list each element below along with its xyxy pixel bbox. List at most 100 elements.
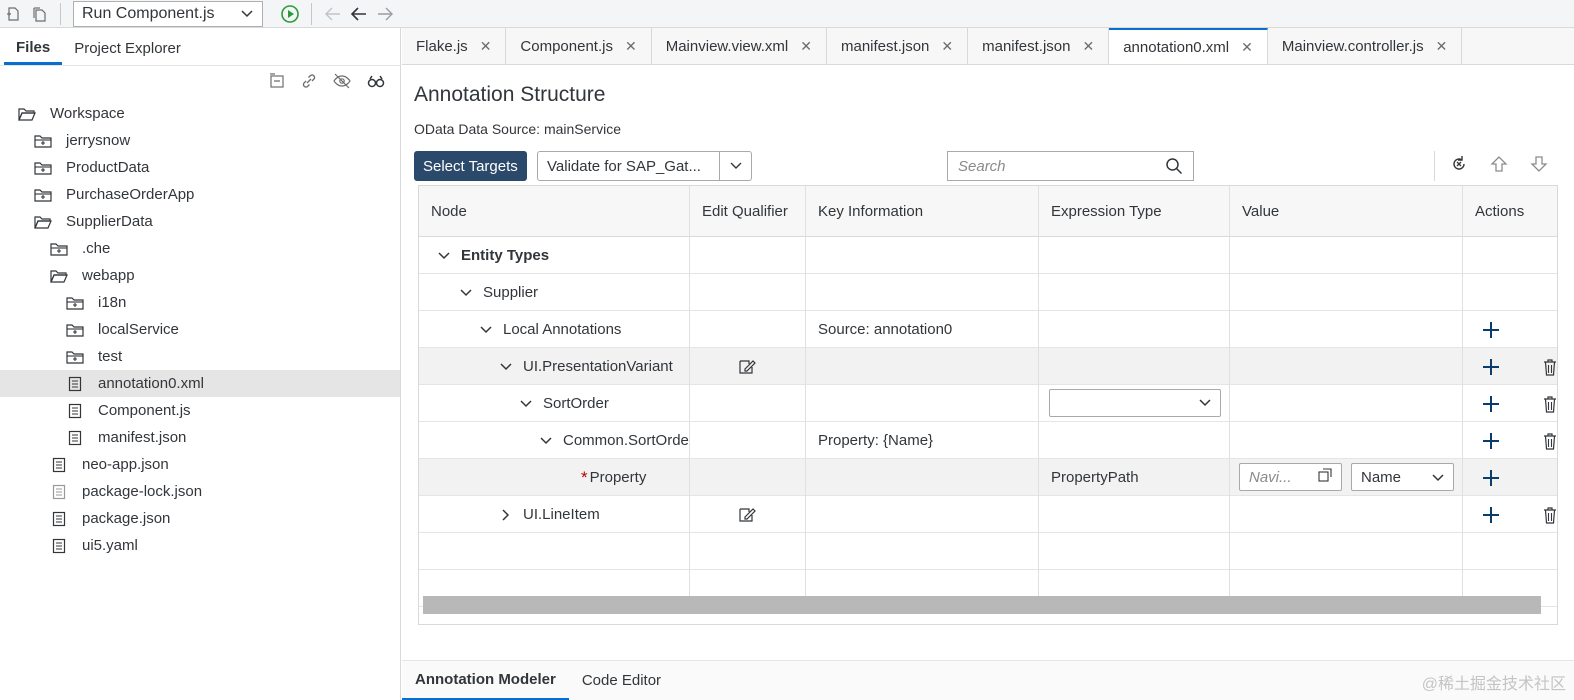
editor-tab[interactable]: Mainview.controller.js ✕ (1267, 28, 1463, 64)
add-icon[interactable] (1482, 311, 1500, 348)
chevron-right-icon[interactable] (499, 508, 513, 522)
editor-tab[interactable]: Flake.js ✕ (402, 28, 507, 64)
required-marker: * (581, 467, 588, 487)
new-file-icon[interactable] (0, 2, 26, 26)
table-row: * Property PropertyPath Navi... Name (419, 459, 1557, 496)
navigation-path-input[interactable]: Navi... (1239, 463, 1342, 491)
add-icon[interactable] (1482, 422, 1500, 459)
close-icon[interactable]: ✕ (800, 38, 812, 55)
editor-tab[interactable]: Mainview.view.xml ✕ (651, 28, 827, 64)
close-icon[interactable]: ✕ (1241, 39, 1253, 56)
edit-qualifier-icon[interactable] (737, 348, 757, 385)
add-icon[interactable] (1482, 348, 1500, 385)
tree-item[interactable]: ProductData (0, 154, 400, 181)
back-disabled-icon[interactable] (320, 2, 346, 26)
tree-item[interactable]: package-lock.json (0, 478, 400, 505)
tree-item[interactable]: SupplierData (0, 208, 400, 235)
file-icon (66, 403, 84, 419)
open-dialog-icon[interactable] (1318, 468, 1332, 486)
close-icon[interactable]: ✕ (1436, 38, 1448, 55)
chevron-down-icon[interactable] (519, 397, 533, 411)
tree-item[interactable]: jerrysnow (0, 127, 400, 154)
file-tree: Workspace jerrysnow ProductData PurchaseOrd… (0, 100, 400, 559)
navigation-path-placeholder: Navi... (1249, 468, 1292, 486)
delete-icon[interactable] (1543, 385, 1557, 422)
folder-open-icon (34, 214, 52, 230)
tree-item[interactable]: test (0, 343, 400, 370)
folder-closed-icon (66, 322, 84, 338)
delete-icon[interactable] (1543, 348, 1557, 385)
property-name-select[interactable]: Name (1351, 463, 1454, 491)
validate-select-label: Validate for SAP_Gat... (547, 157, 701, 175)
node-cell: Supplier (459, 274, 689, 311)
chevron-down-icon[interactable] (437, 249, 451, 263)
editor-tab[interactable]: Component.js ✕ (506, 28, 652, 64)
select-targets-button[interactable]: Select Targets (414, 151, 527, 181)
editor-tab[interactable]: manifest.json ✕ (827, 28, 969, 64)
column-edit-qualifier: Edit Qualifier (702, 203, 788, 220)
table-row: UI.LineItem (419, 496, 1557, 533)
reset-icon[interactable] (1449, 154, 1469, 178)
edit-qualifier-icon[interactable] (737, 496, 757, 533)
tree-item[interactable]: i18n (0, 289, 400, 316)
tree-item[interactable]: ui5.yaml (0, 532, 400, 559)
close-icon[interactable]: ✕ (480, 38, 492, 55)
navigate-forward-icon[interactable] (372, 2, 398, 26)
file-icon (50, 457, 68, 473)
copy-file-icon[interactable] (26, 2, 52, 26)
tree-item-label: webapp (82, 267, 135, 284)
toolbar-separator (60, 2, 61, 25)
expression-type-select[interactable] (1049, 389, 1221, 417)
column-divider (689, 186, 690, 596)
editor-tab-bar: Flake.js ✕ Component.js ✕ Mainview.view.xml ✕… (402, 28, 1574, 65)
move-up-icon[interactable] (1489, 154, 1509, 178)
node-label: SortOrder (543, 395, 609, 412)
add-icon[interactable] (1482, 459, 1500, 496)
chevron-down-icon[interactable] (479, 323, 493, 337)
chevron-down-icon[interactable] (499, 360, 513, 374)
validate-select[interactable]: Validate for SAP_Gat... (537, 151, 752, 181)
tree-item[interactable]: PurchaseOrderApp (0, 181, 400, 208)
tree-item[interactable]: Workspace (0, 100, 400, 127)
chevron-down-icon[interactable] (539, 434, 553, 448)
node-cell: UI.LineItem (499, 496, 689, 533)
tree-item[interactable]: webapp (0, 262, 400, 289)
tree-item[interactable]: neo-app.json (0, 451, 400, 478)
tree-item[interactable]: package.json (0, 505, 400, 532)
run-icon[interactable] (277, 2, 303, 26)
tree-item[interactable]: annotation0.xml (0, 370, 400, 397)
search-files-icon[interactable] (366, 72, 386, 94)
close-icon[interactable]: ✕ (941, 38, 953, 55)
tree-item-label: SupplierData (66, 213, 153, 230)
horizontal-scrollbar[interactable] (423, 596, 1541, 614)
chevron-down-icon[interactable] (459, 286, 473, 300)
delete-icon[interactable] (1543, 422, 1557, 459)
close-icon[interactable]: ✕ (625, 38, 637, 55)
close-icon[interactable]: ✕ (1082, 38, 1094, 55)
navigate-back-icon[interactable] (346, 2, 372, 26)
search-icon[interactable] (1165, 157, 1183, 175)
node-label: Common.SortOrde (563, 432, 689, 449)
editor-tab[interactable]: annotation0.xml ✕ (1109, 28, 1268, 64)
search-input[interactable]: Search (947, 151, 1194, 181)
node-label: Property (589, 469, 647, 486)
move-down-icon[interactable] (1529, 154, 1549, 178)
tree-item[interactable]: Component.js (0, 397, 400, 424)
hide-icon[interactable] (332, 72, 352, 94)
link-icon[interactable] (300, 72, 318, 94)
add-icon[interactable] (1482, 496, 1500, 533)
tab-code-editor[interactable]: Code Editor (569, 661, 674, 700)
tab-files[interactable]: Files (4, 39, 63, 65)
tree-item-label: .che (82, 240, 111, 257)
run-config-select[interactable]: Run Component.js (73, 0, 263, 27)
tab-annotation-modeler[interactable]: Annotation Modeler (402, 661, 569, 700)
collapse-all-icon[interactable] (268, 72, 286, 94)
delete-icon[interactable] (1543, 496, 1557, 533)
editor-tab[interactable]: manifest.json ✕ (968, 28, 1110, 64)
tree-item-label: test (98, 348, 123, 365)
tab-project-explorer[interactable]: Project Explorer (62, 40, 193, 65)
add-icon[interactable] (1482, 385, 1500, 422)
tree-item[interactable]: .che (0, 235, 400, 262)
tree-item[interactable]: localService (0, 316, 400, 343)
tree-item[interactable]: manifest.json (0, 424, 400, 451)
